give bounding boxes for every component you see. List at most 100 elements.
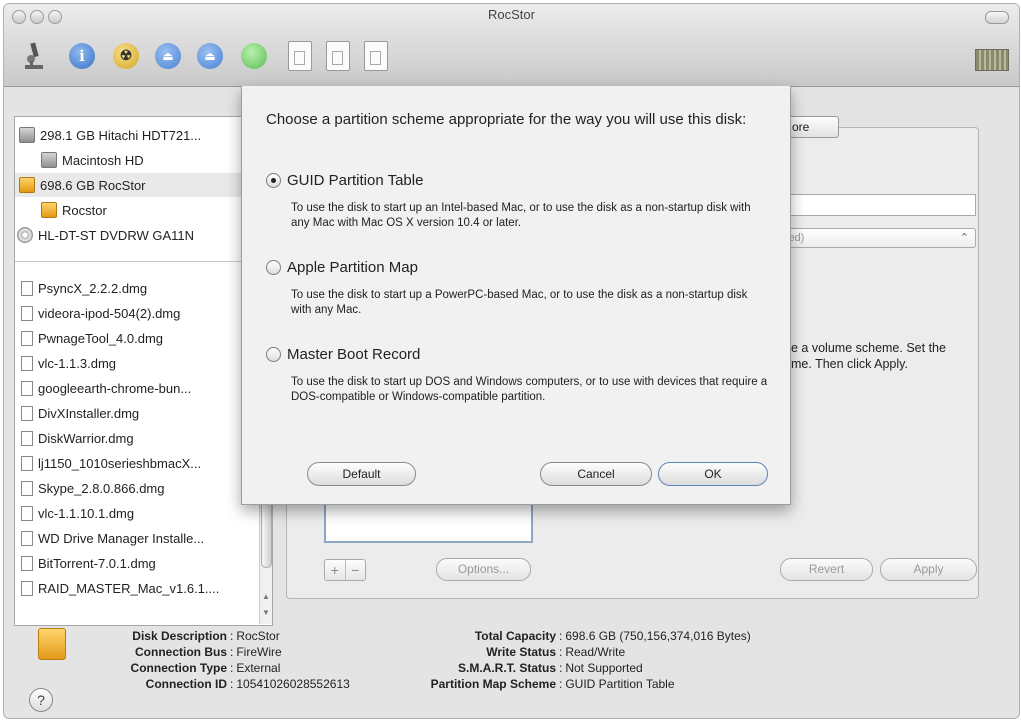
info-key: Disk Description <box>132 629 227 643</box>
list-item-label: Skype_2.8.0.866.dmg <box>38 480 165 496</box>
info-separator: : <box>559 661 563 675</box>
volume-name-field[interactable] <box>781 194 976 216</box>
option-description: To use the disk to start up an Intel-bas… <box>291 202 751 229</box>
volume-format-select[interactable]: led) ⌃ <box>781 228 976 248</box>
info-value: Read/Write <box>565 645 626 659</box>
disk-image-icon <box>21 280 33 296</box>
info-value: 698.6 GB (750,156,374,016 Bytes) <box>565 629 751 643</box>
log-icon[interactable] <box>975 49 1009 71</box>
sidebar-item-label: Rocstor <box>62 202 107 218</box>
list-item[interactable]: videora-ipod-504(2).dmg <box>19 301 263 325</box>
list-item-label: googleearth-chrome-bun... <box>38 380 192 396</box>
list-item[interactable]: RAID_MASTER_Mac_v1.6.1.... <box>19 576 263 600</box>
option-description: To use the disk to start up DOS and Wind… <box>291 376 768 403</box>
window-title: RocStor <box>488 7 535 22</box>
volume-icon <box>41 152 57 168</box>
microscope-icon[interactable] <box>18 40 50 72</box>
option-label: Apple Partition Map <box>287 259 418 276</box>
list-item[interactable]: vlc-1.1.10.1.dmg <box>19 501 263 525</box>
cancel-button[interactable]: Cancel <box>540 462 652 486</box>
external-volume-icon <box>41 202 57 218</box>
list-item[interactable]: PwnageTool_4.0.dmg <box>19 326 263 350</box>
option-apple-partition-map[interactable]: Apple Partition Map <box>266 259 418 276</box>
default-button[interactable]: Default <box>307 462 416 486</box>
info-value: 10541026028552613 <box>236 677 350 691</box>
sidebar-item-hitachi-disk[interactable]: 298.1 GB Hitachi HDT721... <box>19 123 263 147</box>
select-arrows-icon: ⌃ <box>959 232 969 244</box>
sheet-title: Choose a partition scheme appropriate fo… <box>266 111 747 128</box>
option-label: GUID Partition Table <box>287 172 424 189</box>
burn-icon[interactable]: ☢ <box>110 40 142 72</box>
disk-image-icon <box>21 530 33 546</box>
list-item-label: lj1150_1010serieshbmacX... <box>38 455 202 471</box>
remove-partition-button[interactable]: − <box>346 560 366 580</box>
list-item[interactable]: Skype_2.8.0.866.dmg <box>19 476 263 500</box>
info-value: RocStor <box>236 629 280 643</box>
disk-image-icon <box>21 505 33 521</box>
list-item[interactable]: vlc-1.1.3.dmg <box>19 351 263 375</box>
info-key: Connection Type <box>130 661 227 675</box>
list-item[interactable]: PsyncX_2.2.2.dmg <box>19 276 263 300</box>
info-row: Partition Map Scheme: GUID Partition Tabl… <box>396 676 751 692</box>
info-value: GUID Partition Table <box>565 677 675 691</box>
sidebar-item-label: HL-DT-ST DVDRW GA11N <box>38 227 195 243</box>
scroll-down-arrow-icon[interactable]: ▼ <box>261 608 271 618</box>
info-value: External <box>236 661 281 675</box>
option-guid-partition-table[interactable]: GUID Partition Table <box>266 172 423 189</box>
info-icon[interactable]: i <box>66 40 98 72</box>
ok-button[interactable]: OK <box>658 462 768 486</box>
mount-icon[interactable]: ⏏ <box>152 40 184 72</box>
optical-drive-icon <box>17 227 33 243</box>
list-item[interactable]: DiskWarrior.dmg <box>19 426 263 450</box>
radio-icon[interactable] <box>266 260 281 275</box>
revert-button[interactable]: Revert <box>780 558 873 581</box>
list-item[interactable]: BitTorrent-7.0.1.dmg <box>19 551 263 575</box>
disk-image-icon <box>21 555 33 571</box>
list-item[interactable]: DivXInstaller.dmg <box>19 401 263 425</box>
disk-info-left: Disk Description: RocStor Connection Bus:… <box>92 628 350 692</box>
eject-icon[interactable]: ⏏ <box>194 40 226 72</box>
info-key: S.M.A.R.T. Status <box>457 661 556 675</box>
list-item[interactable]: googleearth-chrome-bun... <box>19 376 263 400</box>
info-separator: : <box>230 677 234 691</box>
list-item-label: vlc-1.1.3.dmg <box>38 355 117 371</box>
disk-image-icon <box>21 305 33 321</box>
hdd-icon <box>19 127 35 143</box>
list-item-label: DiskWarrior.dmg <box>38 430 134 446</box>
disk-image-icon <box>21 405 33 421</box>
sidebar-item-dvd-drive[interactable]: HL-DT-ST DVDRW GA11N <box>17 223 261 247</box>
sidebar-item-label: 298.1 GB Hitachi HDT721... <box>40 127 202 143</box>
convert-icon[interactable] <box>322 40 354 72</box>
resize-image-icon[interactable] <box>360 40 392 72</box>
info-key: Connection Bus <box>135 645 227 659</box>
add-partition-button[interactable]: + <box>325 560 346 580</box>
info-separator: : <box>559 629 563 643</box>
radio-icon[interactable] <box>266 347 281 362</box>
sidebar-item-rocstor-disk[interactable]: 698.6 GB RocStor <box>15 173 259 197</box>
external-drive-icon <box>38 628 66 660</box>
options-button[interactable]: Options... <box>436 558 531 581</box>
device-sidebar[interactable]: 298.1 GB Hitachi HDT721... Macintosh HD … <box>14 116 273 626</box>
option-master-boot-record[interactable]: Master Boot Record <box>266 346 420 363</box>
disk-image-icon <box>21 355 33 371</box>
list-item[interactable]: lj1150_1010serieshbmacX... <box>19 451 263 475</box>
list-item-label: WD Drive Manager Installe... <box>38 530 205 546</box>
info-row: Disk Description: RocStor <box>92 628 350 644</box>
list-item[interactable]: WD Drive Manager Installe... <box>19 526 263 550</box>
new-image-icon[interactable] <box>284 40 316 72</box>
info-row: Connection ID:10541026028552613 <box>92 676 350 692</box>
info-separator: : <box>559 645 563 659</box>
info-row: Connection Bus: FireWire <box>92 644 350 660</box>
disk-image-icon <box>21 455 33 471</box>
info-separator: : <box>230 661 234 675</box>
apply-button[interactable]: Apply <box>880 558 977 581</box>
toolbar-toggle-button[interactable] <box>985 11 1009 24</box>
add-remove-control[interactable]: + − <box>324 559 366 581</box>
instructions-line: e a volume scheme. Set the <box>791 341 946 355</box>
list-item-label: RAID_MASTER_Mac_v1.6.1.... <box>38 580 220 596</box>
info-row: Write Status: Read/Write <box>396 644 751 660</box>
enable-journaling-icon[interactable] <box>238 40 270 72</box>
scroll-up-arrow-icon[interactable]: ▲ <box>261 592 271 602</box>
radio-selected-icon[interactable] <box>266 173 281 188</box>
help-button[interactable]: ? <box>29 688 53 712</box>
